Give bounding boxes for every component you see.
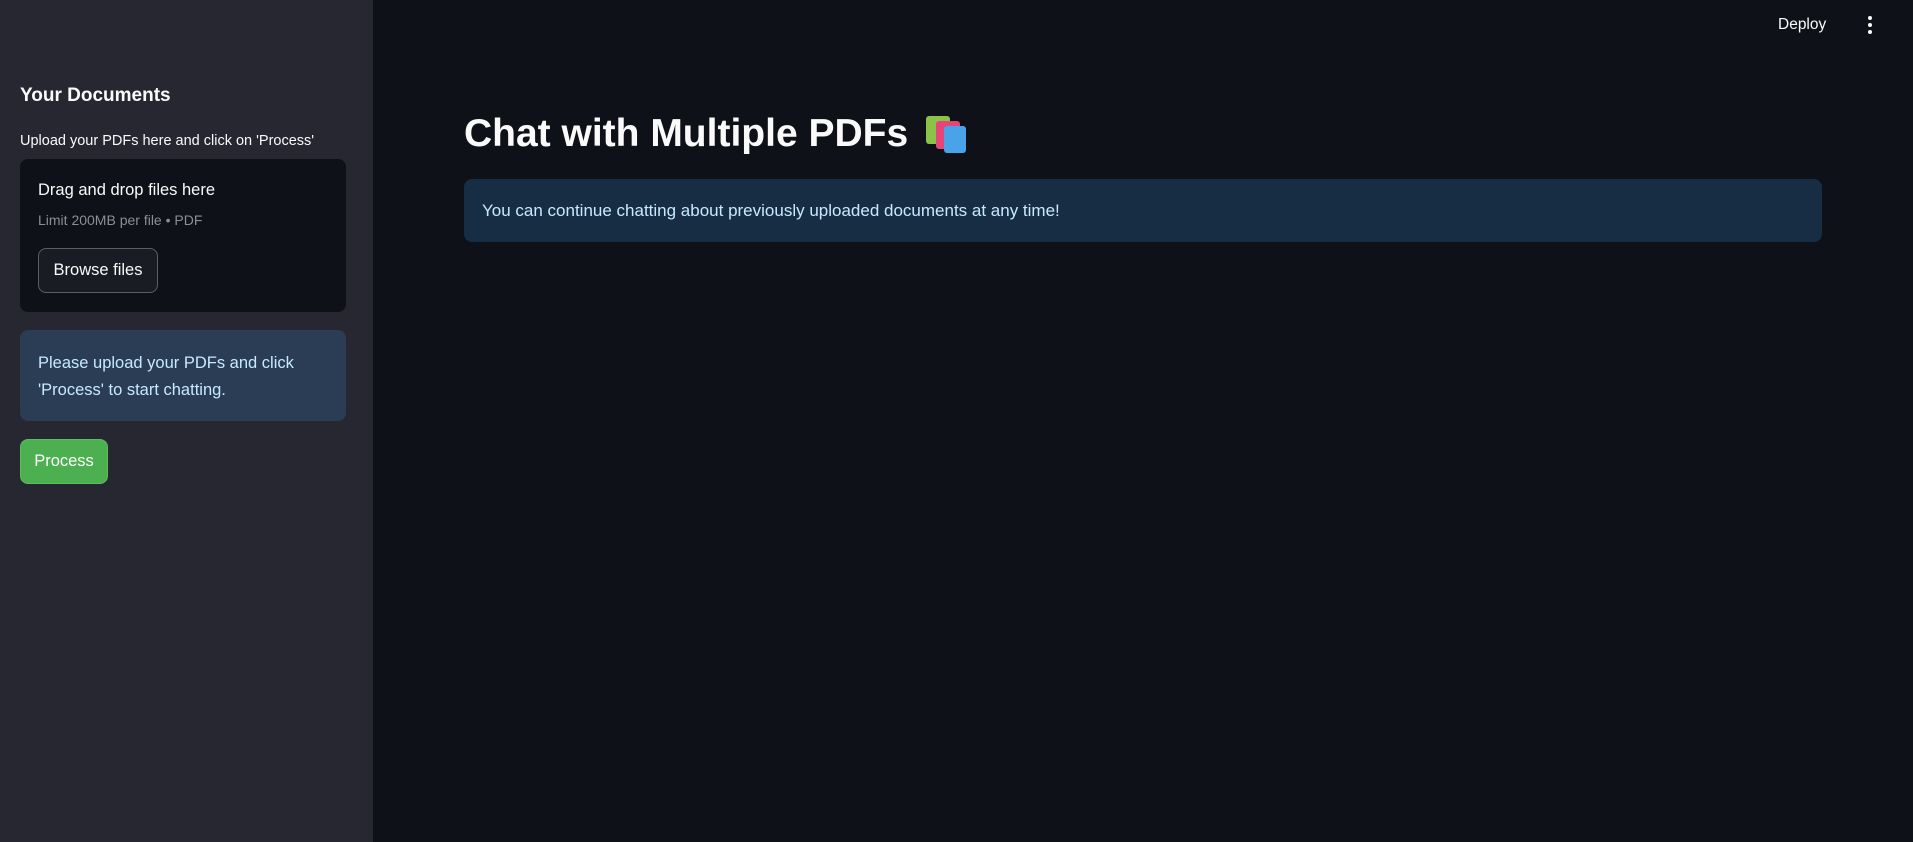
upload-label: Upload your PDFs here and click on 'Proc… bbox=[20, 133, 315, 149]
main-info-alert: You can continue chatting about previous… bbox=[464, 179, 1822, 242]
process-button[interactable]: Process bbox=[20, 439, 108, 484]
deploy-button[interactable]: Deploy bbox=[1778, 16, 1826, 34]
vertical-ellipsis-icon[interactable] bbox=[1862, 14, 1878, 36]
dropzone-limit: Limit 200MB per file • PDF bbox=[38, 212, 203, 228]
sidebar-info-alert: Please upload your PDFs and click 'Proce… bbox=[20, 330, 346, 421]
app-root: Your Documents Upload your PDFs here and… bbox=[0, 0, 1913, 842]
page-title: Chat with Multiple PDFs bbox=[464, 112, 968, 156]
sidebar-heading: Your Documents bbox=[20, 85, 171, 106]
browse-files-button[interactable]: Browse files bbox=[38, 248, 158, 293]
dropzone-title: Drag and drop files here bbox=[38, 181, 216, 199]
books-icon bbox=[924, 114, 968, 154]
sidebar: Your Documents Upload your PDFs here and… bbox=[0, 0, 373, 842]
file-dropzone[interactable]: Drag and drop files here Limit 200MB per… bbox=[20, 159, 346, 312]
page-title-text: Chat with Multiple PDFs bbox=[464, 112, 909, 155]
